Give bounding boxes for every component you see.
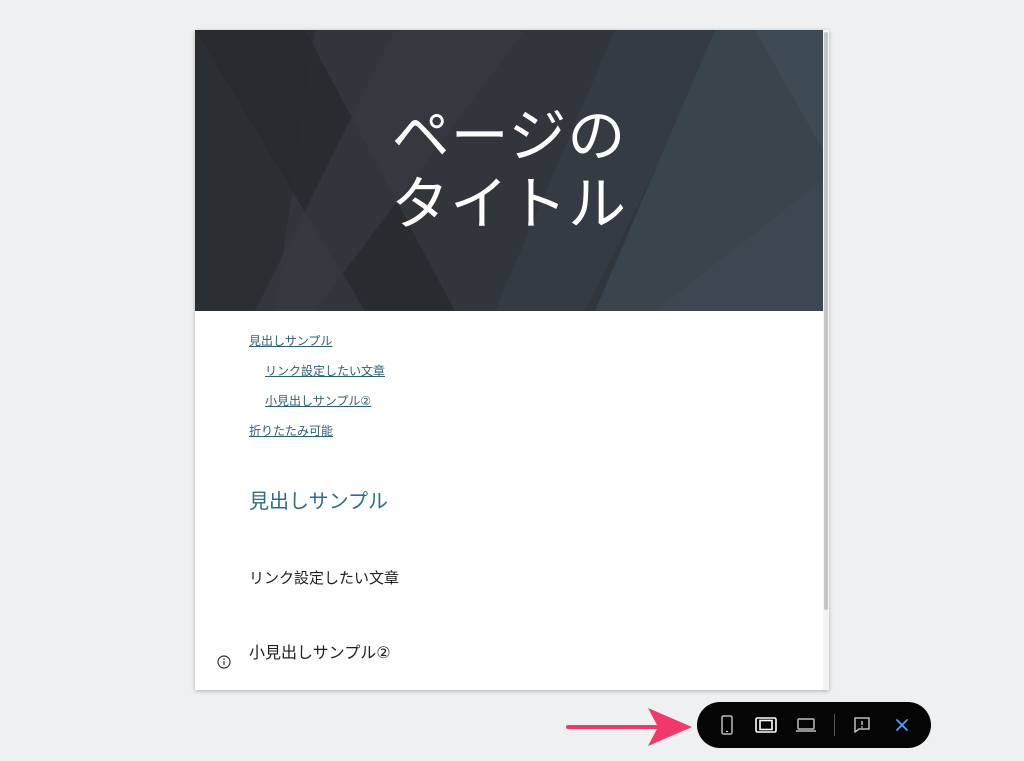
- scrollbar-thumb[interactable]: [824, 32, 828, 610]
- tablet-icon: [755, 717, 777, 733]
- tablet-preview-button[interactable]: [754, 713, 778, 737]
- page-title-line-1: ページの: [391, 102, 627, 170]
- page-title: ページの タイトル: [195, 102, 823, 238]
- feedback-button[interactable]: [850, 713, 874, 737]
- feedback-icon: [854, 717, 870, 733]
- close-button[interactable]: [890, 713, 914, 737]
- close-icon: [896, 719, 908, 731]
- site-preview-frame: ページの タイトル 見出しサンプル リンク設定したい文章 小見出しサンプル② 折…: [195, 30, 829, 690]
- toc-link-heading-sample[interactable]: 見出しサンプル: [249, 332, 332, 349]
- preview-toolbar: [697, 702, 931, 748]
- hero-banner: ページの タイトル: [195, 30, 823, 311]
- toolbar-divider: [834, 714, 835, 736]
- page-title-line-2: タイトル: [390, 170, 627, 238]
- section-subheading: 小見出しサンプル②: [249, 643, 391, 662]
- laptop-icon: [796, 718, 816, 732]
- laptop-preview-button[interactable]: [794, 713, 818, 737]
- toc-link-collapsible[interactable]: 折りたたみ可能: [249, 422, 333, 439]
- toc-link-link-text[interactable]: リンク設定したい文章: [265, 362, 385, 379]
- toc-link-subheading-sample[interactable]: 小見出しサンプル②: [265, 392, 371, 409]
- section-paragraph: リンク設定したい文章: [249, 569, 400, 587]
- phone-preview-button[interactable]: [715, 713, 739, 737]
- info-icon[interactable]: [217, 655, 231, 669]
- pointer-arrow-icon: [566, 708, 692, 746]
- phone-icon: [721, 715, 733, 735]
- section-heading: 見出しサンプル: [249, 489, 388, 513]
